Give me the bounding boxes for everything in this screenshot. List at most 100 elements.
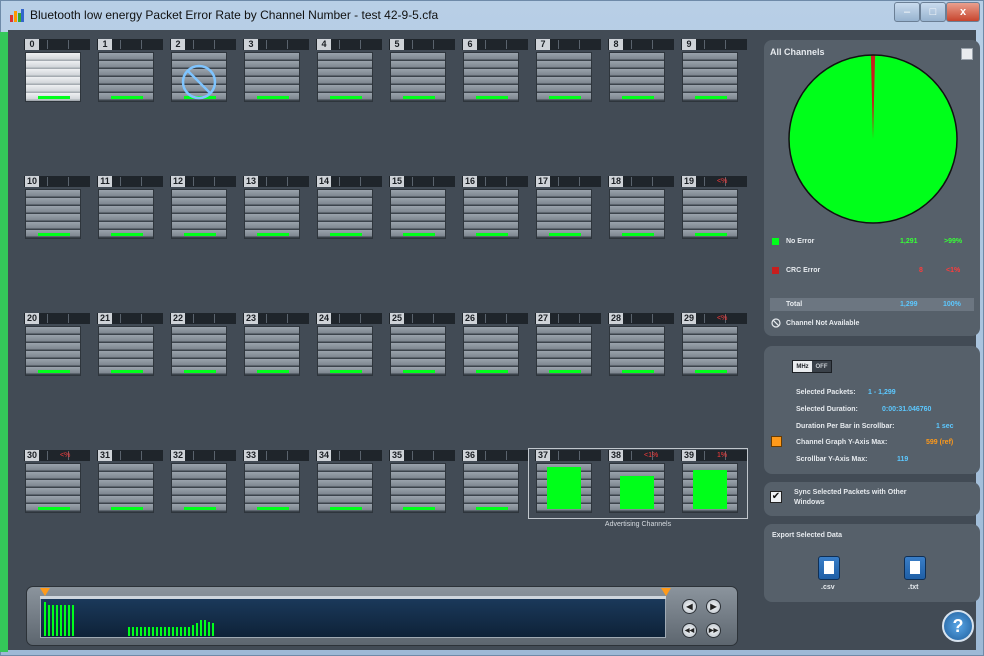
- channel-tile[interactable]: 0: [24, 39, 90, 107]
- channel-graph: [98, 326, 154, 376]
- channel-graph: [171, 52, 227, 102]
- maximize-button[interactable]: □: [920, 2, 946, 22]
- channel-tile[interactable]: 35: [389, 450, 455, 518]
- channel-tile[interactable]: 29 <%: [681, 313, 747, 381]
- help-button[interactable]: ?: [942, 610, 974, 642]
- prev-button[interactable]: ◀: [682, 599, 697, 614]
- channel-tile[interactable]: 7: [535, 39, 601, 107]
- mhz-toggle[interactable]: MHz OFF: [792, 360, 832, 373]
- channel-tile[interactable]: 31: [97, 450, 163, 518]
- scrollbar-bar: [148, 627, 150, 636]
- channel-number: 9: [682, 39, 696, 50]
- channel-tile[interactable]: 13: [243, 176, 309, 244]
- scrollbar-bar: [172, 627, 174, 636]
- channel-header: 4: [316, 39, 382, 50]
- channel-graph: [25, 189, 81, 239]
- csv-export-icon[interactable]: [818, 556, 840, 580]
- csv-export-label[interactable]: .csv: [821, 584, 835, 591]
- channel-tile[interactable]: 11: [97, 176, 163, 244]
- scrollbar-bar: [152, 627, 154, 636]
- selection-end-handle[interactable]: [661, 588, 671, 596]
- channel-tile[interactable]: 28: [608, 313, 674, 381]
- channel-tile[interactable]: 27: [535, 313, 601, 381]
- y-axis-lock-icon[interactable]: [771, 436, 782, 447]
- txt-export-label[interactable]: .txt: [908, 584, 919, 591]
- no-error-swatch: [772, 238, 779, 245]
- channel-tile[interactable]: 8: [608, 39, 674, 107]
- channel-header-divider: [704, 314, 705, 323]
- channel-graph: [463, 52, 519, 102]
- channel-number: 31: [98, 450, 112, 461]
- scrollbar-bar: [164, 627, 166, 636]
- channel-number: 8: [609, 39, 623, 50]
- selected-packets-label: Selected Packets:: [796, 389, 856, 396]
- channel-tile[interactable]: 4: [316, 39, 382, 107]
- first-button[interactable]: ◀◀: [682, 623, 697, 638]
- channel-tile[interactable]: 34: [316, 450, 382, 518]
- channel-tile[interactable]: 19 <%: [681, 176, 747, 244]
- channel-tile[interactable]: 33: [243, 450, 309, 518]
- channel-header: 15: [389, 176, 455, 187]
- channel-tile[interactable]: 26: [462, 313, 528, 381]
- minimize-button[interactable]: –: [894, 2, 920, 22]
- channel-tile[interactable]: 10: [24, 176, 90, 244]
- panel-toggle-box[interactable]: [961, 48, 973, 60]
- channel-number: 1: [98, 39, 112, 50]
- channel-tile[interactable]: 22: [170, 313, 236, 381]
- scrollbar-bar: [204, 620, 206, 636]
- channel-tile[interactable]: 25: [389, 313, 455, 381]
- sync-checkbox[interactable]: ✔: [770, 491, 782, 503]
- channel-graph: [244, 52, 300, 102]
- channel-tile[interactable]: 23: [243, 313, 309, 381]
- channel-tile[interactable]: 30 <%: [24, 450, 90, 518]
- channel-tile[interactable]: 12: [170, 176, 236, 244]
- no-error-label: No Error: [786, 238, 815, 245]
- channel-packet-bar: [403, 233, 435, 236]
- channel-header-divider: [120, 314, 121, 323]
- channel-tile[interactable]: 32: [170, 450, 236, 518]
- channel-header-divider: [485, 314, 486, 323]
- toggle-on-label[interactable]: MHz: [793, 361, 812, 372]
- channel-header-divider: [47, 314, 48, 323]
- channel-tile[interactable]: 9: [681, 39, 747, 107]
- channel-header-divider: [558, 314, 559, 323]
- channel-tile[interactable]: 15: [389, 176, 455, 244]
- channel-tile[interactable]: 21: [97, 313, 163, 381]
- channel-number: 26: [463, 313, 477, 324]
- toggle-off-label[interactable]: OFF: [812, 361, 831, 372]
- crc-error-pct: <1%: [946, 267, 961, 274]
- channel-packet-bar: [549, 233, 581, 236]
- scrollbar-selection-line: [40, 596, 666, 599]
- channel-header: 35: [389, 450, 455, 461]
- next-button[interactable]: ▶: [706, 599, 721, 614]
- txt-export-icon[interactable]: [904, 556, 926, 580]
- last-button[interactable]: ▶▶: [706, 623, 721, 638]
- channel-graph: [244, 189, 300, 239]
- channel-tile[interactable]: 36: [462, 450, 528, 518]
- channel-number: 0: [25, 39, 39, 50]
- channel-tile[interactable]: 6: [462, 39, 528, 107]
- close-button[interactable]: x: [946, 2, 980, 22]
- channel-tile[interactable]: 16: [462, 176, 528, 244]
- channel-tile[interactable]: 14: [316, 176, 382, 244]
- channel-header-divider: [68, 314, 69, 323]
- left-accent-strip: [0, 32, 8, 652]
- channel-graph: [317, 463, 373, 513]
- channel-header-divider: [360, 314, 361, 323]
- channel-tile[interactable]: 24: [316, 313, 382, 381]
- channel-number: 27: [536, 313, 550, 324]
- y-axis-max-value[interactable]: 599 (ref): [926, 439, 953, 446]
- channel-tile[interactable]: 1: [97, 39, 163, 107]
- channel-tile[interactable]: 5: [389, 39, 455, 107]
- channel-tile[interactable]: 17: [535, 176, 601, 244]
- selection-start-handle[interactable]: [40, 588, 50, 596]
- window-title: Bluetooth low energy Packet Error Rate b…: [30, 8, 439, 22]
- channel-tile[interactable]: 20: [24, 313, 90, 381]
- channel-packet-bar: [695, 370, 727, 373]
- channel-packet-bar: [549, 96, 581, 99]
- channel-tile[interactable]: 3: [243, 39, 309, 107]
- channel-header-divider: [579, 177, 580, 186]
- channel-tile[interactable]: 2: [170, 39, 236, 107]
- channel-tile[interactable]: 18: [608, 176, 674, 244]
- duration-per-bar-value: 1 sec: [936, 423, 954, 430]
